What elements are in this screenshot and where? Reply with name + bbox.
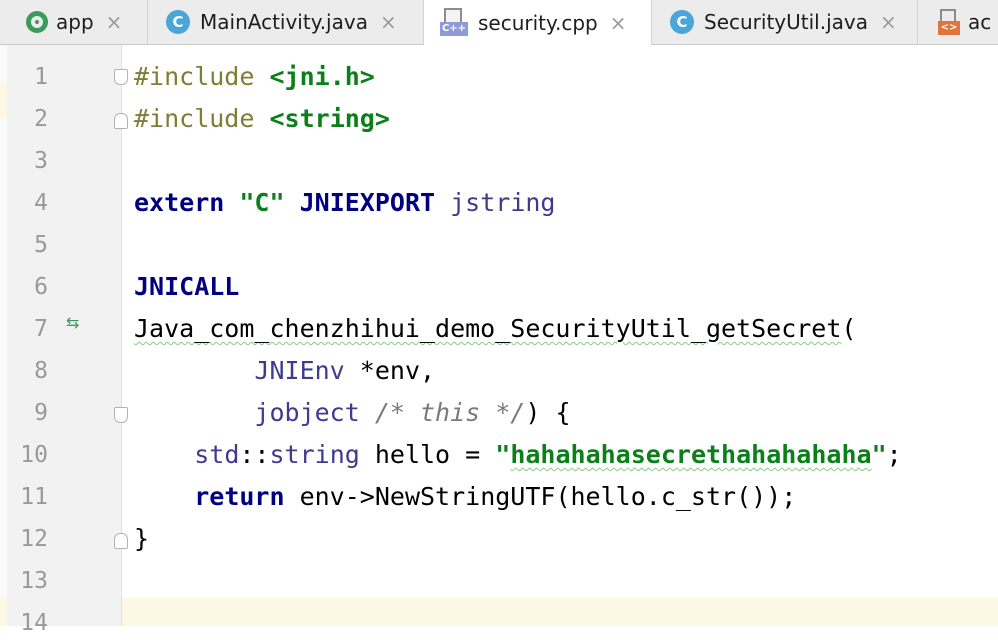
line-number: 3 [34,148,48,174]
line-number: 8 [34,358,48,384]
close-icon[interactable]: × [380,10,397,34]
string-quote: " [871,440,887,469]
tab-label: ac [968,10,992,34]
close-icon[interactable]: × [880,10,897,34]
line-number: 7 [34,316,48,342]
macro: JNIEXPORT [299,188,436,217]
code-line-12: } [134,518,149,560]
line-number: 6 [34,274,48,300]
tab-security-cpp[interactable]: C++ security.cpp × [424,0,652,45]
code-line-7: Java_com_chenzhihui_demo_SecurityUtil_ge… [134,308,856,350]
app-module-icon [26,11,48,33]
line-number: 9 [34,400,48,426]
string-literal: hahahahasecrethahahahaha [510,440,872,469]
line-number: 11 [20,484,48,510]
keyword: extern [134,188,225,217]
navigate-implementation-icon[interactable]: ⇆ [66,315,79,331]
include-header: <jni.h> [269,62,375,91]
tab-mainactivity[interactable]: C MainActivity.java × [148,0,424,44]
code-line-2: #include <string> [134,98,390,140]
close-icon[interactable]: × [106,10,123,34]
tab-label: app [56,10,94,34]
preprocessor-directive: #include [134,62,255,91]
xml-badge: <> [938,21,960,35]
line-number: 1 [34,64,48,90]
string-quote: " [495,440,511,469]
fold-marker-icon[interactable] [114,69,128,85]
code-text: ) { [525,398,571,427]
code-line-8: JNIEnv *env, [134,350,435,392]
line-number: 2 [34,106,48,132]
line-number: 10 [20,442,48,468]
cpp-file-icon: C++ [440,7,468,38]
fold-marker-icon[interactable] [114,113,128,129]
preprocessor-directive: #include [134,104,255,133]
code-text: env->NewStringUTF(hello.c_str()); [284,482,797,511]
line-number: 14 [20,610,48,636]
close-icon[interactable]: × [610,11,627,35]
include-header: <string> [269,104,390,133]
fold-marker-icon[interactable] [114,533,128,549]
line-number: 12 [20,526,48,552]
editor-tab-bar: app × C MainActivity.java × C++ security… [0,0,998,45]
code-text: hello = [359,440,496,469]
string-literal: "C" [239,188,285,217]
comment: /* this */ [374,398,526,427]
type-name: jobject [254,398,360,427]
code-line-1: #include <jni.h> [134,56,375,98]
code-area[interactable]: #include <jni.h> #include <string> exter… [134,45,998,626]
closing-brace: } [134,524,150,553]
macro: JNICALL [134,272,240,301]
code-line-9: jobject /* this */) { [134,392,571,434]
code-line-10: std::string hello = "hahahahasecrethahah… [134,434,902,476]
type-name: JNIEnv [254,356,345,385]
code-line-6: JNICALL [134,266,239,308]
tab-partial[interactable]: <> ac [918,0,998,44]
fold-marker-icon[interactable] [114,407,128,423]
tab-app[interactable]: app × [0,0,148,44]
semicolon: ; [886,440,902,469]
line-number: 13 [20,568,48,594]
param: *env, [344,356,436,385]
tab-label: MainActivity.java [200,10,368,34]
function-name: Java_com_chenzhihui_demo_SecurityUtil_ge… [134,314,842,343]
cpp-badge: C++ [440,21,468,36]
java-class-icon: C [670,10,694,34]
code-editor[interactable]: 1 2 3 4 5 6 7 8 9 10 11 12 13 14 ⇆ #incl… [0,45,998,636]
code-line-4: extern "C" JNIEXPORT jstring [134,182,555,224]
type-name: string [269,440,360,469]
keyword: return [194,482,285,511]
xml-file-icon: <> [938,9,960,35]
line-number: 4 [34,190,48,216]
scope-operator: :: [239,440,270,469]
tab-securityutil[interactable]: C SecurityUtil.java × [652,0,918,44]
tab-label: security.cpp [478,10,598,35]
type-name: jstring [450,188,556,217]
line-number: 5 [34,232,48,258]
paren: ( [841,314,857,343]
java-class-icon: C [166,10,190,34]
code-line-11: return env->NewStringUTF(hello.c_str()); [134,476,796,518]
tab-label: SecurityUtil.java [704,10,868,34]
namespace: std [194,440,240,469]
